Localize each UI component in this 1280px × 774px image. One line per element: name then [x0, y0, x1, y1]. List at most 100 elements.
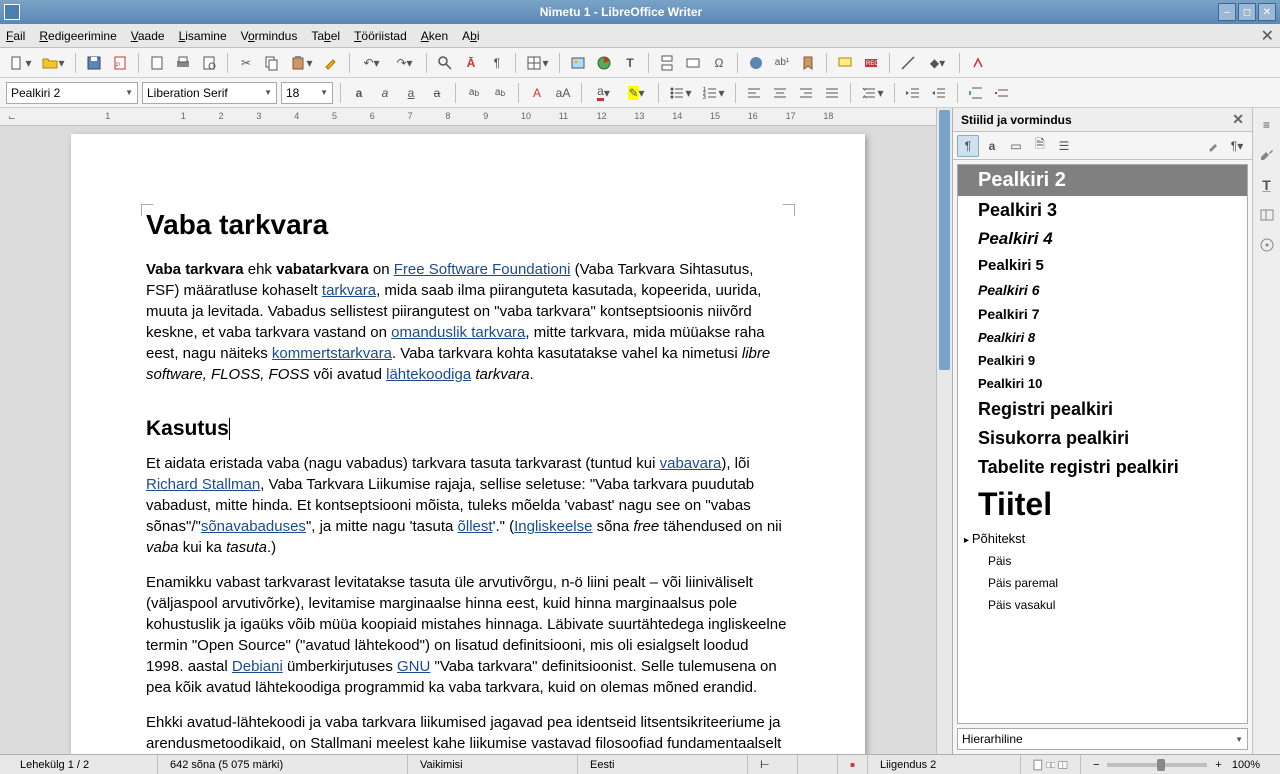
copy-button[interactable]: [261, 52, 283, 74]
hyperlink-button[interactable]: [745, 52, 767, 74]
style-item[interactable]: Pealkiri 4: [958, 225, 1247, 253]
document-scroll[interactable]: Vaba tarkvara Vaba tarkvara ehk vabatark…: [0, 126, 936, 754]
paragraph[interactable]: Ehkki avatud-lähtekoodi ja vaba tarkvara…: [146, 712, 790, 754]
menu-lisamine[interactable]: Lisamine: [179, 29, 227, 43]
format-paintbrush-button[interactable]: [320, 52, 342, 74]
highlight-button[interactable]: ✎▾: [622, 82, 651, 104]
page-number-cell[interactable]: Lehekülg 1 / 2: [8, 755, 158, 774]
save-button[interactable]: [83, 52, 105, 74]
menu-tabel[interactable]: Tabel: [311, 29, 340, 43]
clear-formatting-button[interactable]: A: [526, 82, 548, 104]
print-button[interactable]: [172, 52, 194, 74]
menu-aken[interactable]: Aken: [421, 29, 448, 43]
table-button[interactable]: ▾: [523, 52, 552, 74]
menu-tooriistad[interactable]: Tööriistad: [354, 29, 407, 43]
gallery-tab-icon[interactable]: [1256, 204, 1278, 226]
style-item[interactable]: Pealkiri 10: [958, 372, 1247, 395]
char-upper-button[interactable]: aA: [552, 82, 574, 104]
fill-format-mode-button[interactable]: [1202, 135, 1224, 157]
insert-mode-cell[interactable]: ⊢: [748, 755, 798, 774]
comment-button[interactable]: [834, 52, 856, 74]
zoom-value[interactable]: 100%: [1232, 759, 1260, 771]
vertical-scrollbar[interactable]: [936, 108, 952, 754]
language-cell[interactable]: Eesti: [578, 755, 748, 774]
paragraph-style-combo[interactable]: Pealkiri 2▼: [6, 82, 138, 104]
insert-symbol-button[interactable]: Ω: [708, 52, 730, 74]
line-button[interactable]: [897, 52, 919, 74]
align-center-button[interactable]: [769, 82, 791, 104]
style-item[interactable]: Sisukorra pealkiri: [958, 424, 1247, 453]
align-right-button[interactable]: [795, 82, 817, 104]
menu-fail[interactable]: Fail: [6, 29, 25, 43]
insert-textbox-button[interactable]: T: [619, 52, 641, 74]
superscript-button[interactable]: ab: [463, 82, 485, 104]
style-item[interactable]: Tabelite registri pealkiri: [958, 453, 1247, 482]
font-color-button[interactable]: a▾: [589, 82, 618, 104]
menu-vormindus[interactable]: Vormindus: [241, 29, 298, 43]
decrease-para-spacing-button[interactable]: [991, 82, 1013, 104]
zoom-in-icon[interactable]: +: [1215, 759, 1221, 771]
style-item[interactable]: Pealkiri 5: [958, 253, 1247, 278]
menu-abi[interactable]: Abi: [462, 29, 479, 43]
scrollbar-thumb[interactable]: [939, 110, 950, 370]
new-button[interactable]: ▾: [6, 52, 35, 74]
redo-button[interactable]: ↷▾: [390, 52, 419, 74]
spellcheck-button[interactable]: Ᾱ: [460, 52, 482, 74]
page-style-cell[interactable]: Vaikimisi: [408, 755, 578, 774]
maximize-button[interactable]: ◻: [1238, 3, 1256, 21]
insert-chart-button[interactable]: [593, 52, 615, 74]
heading-2[interactable]: Kasutus: [146, 417, 230, 441]
zoom-slider[interactable]: [1107, 763, 1207, 767]
word-count-cell[interactable]: 642 sõna (5 075 märki): [158, 755, 408, 774]
align-left-button[interactable]: [743, 82, 765, 104]
horizontal-ruler[interactable]: ⌙ 1123456789101112131415161718: [0, 108, 936, 126]
page-styles-tab[interactable]: 🗎: [1029, 135, 1051, 157]
insert-field-button[interactable]: [682, 52, 704, 74]
line-spacing-button[interactable]: ▾: [858, 82, 887, 104]
insert-image-button[interactable]: [567, 52, 589, 74]
increase-indent-button[interactable]: [902, 82, 924, 104]
style-item[interactable]: Pealkiri 9: [958, 349, 1247, 372]
find-replace-button[interactable]: [434, 52, 456, 74]
style-item[interactable]: Pealkiri 2: [958, 165, 1247, 196]
paragraph[interactable]: Enamikku vabast tarkvarast levitatakse t…: [146, 572, 790, 698]
style-item[interactable]: Tiitel: [958, 482, 1247, 527]
close-document-icon[interactable]: ✕: [1261, 26, 1274, 46]
style-list[interactable]: Pealkiri 2Pealkiri 3Pealkiri 4Pealkiri 5…: [957, 164, 1248, 724]
basic-shapes-button[interactable]: ◆▾: [923, 52, 952, 74]
style-item[interactable]: Registri pealkiri: [958, 395, 1247, 424]
properties-tab-icon[interactable]: [1256, 144, 1278, 166]
menu-vaade[interactable]: Vaade: [131, 29, 165, 43]
draw-functions-button[interactable]: [967, 52, 989, 74]
frame-styles-tab[interactable]: ▭: [1005, 135, 1027, 157]
selection-mode-cell[interactable]: [798, 755, 838, 774]
character-styles-tab[interactable]: a: [981, 135, 1003, 157]
font-name-combo[interactable]: Liberation Serif▼: [142, 82, 277, 104]
minimize-button[interactable]: –: [1218, 3, 1236, 21]
decrease-indent-button[interactable]: [928, 82, 950, 104]
underline-button[interactable]: a: [400, 82, 422, 104]
style-item[interactable]: Päis vasakul: [958, 594, 1247, 616]
close-button[interactable]: ✕: [1258, 3, 1276, 21]
style-item[interactable]: Päis paremal: [958, 572, 1247, 594]
paragraph[interactable]: Vaba tarkvara ehk vabatarkvara on Free S…: [146, 259, 790, 385]
style-item[interactable]: Pealkiri 7: [958, 302, 1247, 326]
export-pdf-button[interactable]: P: [109, 52, 131, 74]
print-preview-button[interactable]: [198, 52, 220, 74]
bookmark-button[interactable]: [797, 52, 819, 74]
style-item[interactable]: Pealkiri 6: [958, 278, 1247, 302]
paragraph-styles-tab[interactable]: ¶: [957, 135, 979, 157]
bold-button[interactable]: a: [348, 82, 370, 104]
italic-button[interactable]: a: [374, 82, 396, 104]
heading-1[interactable]: Vaba tarkvara: [146, 209, 790, 241]
style-filter-combo[interactable]: Hierarhiline▼: [957, 728, 1248, 750]
formatting-marks-button[interactable]: ¶: [486, 52, 508, 74]
strikethrough-button[interactable]: a: [426, 82, 448, 104]
style-item[interactable]: Päis: [958, 550, 1247, 572]
increase-para-spacing-button[interactable]: [965, 82, 987, 104]
open-button[interactable]: ▾: [39, 52, 68, 74]
sidebar-settings-icon[interactable]: ≡: [1256, 114, 1278, 136]
new-style-button[interactable]: ¶▾: [1226, 135, 1248, 157]
styles-tab-icon[interactable]: T̲: [1256, 174, 1278, 196]
paste-button[interactable]: ▾: [287, 52, 316, 74]
